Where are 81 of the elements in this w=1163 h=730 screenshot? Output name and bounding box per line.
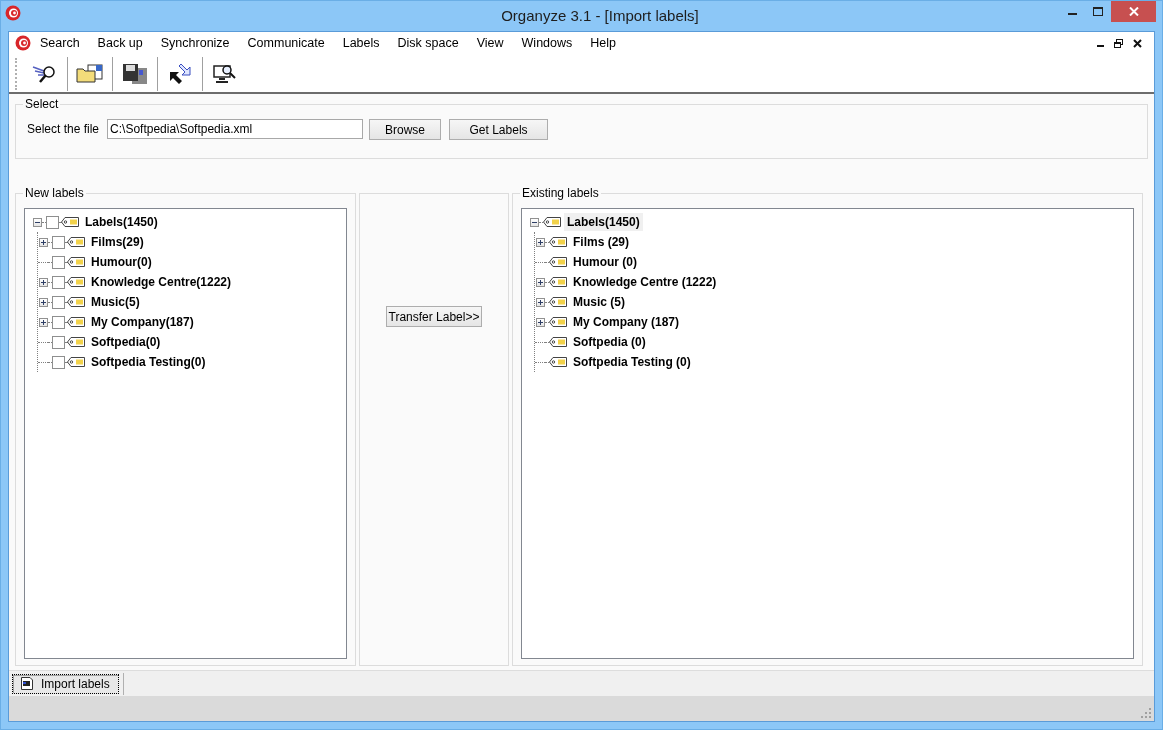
- checkbox[interactable]: [52, 335, 65, 349]
- browse-button[interactable]: Browse: [369, 119, 442, 141]
- expand-icon[interactable]: [39, 237, 48, 247]
- tag-icon: [67, 257, 85, 268]
- tree-item[interactable]: Softpedia Testing (0): [570, 353, 694, 372]
- checkbox[interactable]: [52, 355, 65, 369]
- document-icon: [21, 677, 33, 691]
- expand-icon[interactable]: [536, 277, 545, 287]
- menu-item[interactable]: Synchronize: [151, 33, 239, 54]
- menu-item[interactable]: Search: [31, 33, 89, 54]
- tag-icon: [549, 357, 567, 368]
- checkbox[interactable]: [52, 255, 65, 269]
- tree-item[interactable]: Knowledge Centre(1222): [88, 273, 235, 292]
- app-logo-icon: [5, 5, 21, 21]
- app-logo-icon: [15, 35, 31, 52]
- close-button[interactable]: [1111, 1, 1156, 22]
- menu-item[interactable]: Help: [581, 33, 625, 54]
- tag-icon: [549, 237, 567, 248]
- menu-item[interactable]: Communicate: [238, 33, 334, 54]
- tag-icon: [549, 257, 567, 268]
- import-arrow-icon[interactable]: [167, 61, 193, 86]
- menu-item[interactable]: Labels: [333, 33, 389, 54]
- checkbox[interactable]: [52, 295, 65, 309]
- tree-item[interactable]: Softpedia Testing(0): [88, 353, 209, 372]
- transfer-button[interactable]: Transfer Label>>: [386, 306, 482, 328]
- tag-icon: [549, 277, 567, 288]
- tree-item[interactable]: Knowledge Centre (1222): [570, 273, 720, 292]
- tree-item[interactable]: Humour(0): [88, 253, 155, 272]
- field-label: Select the file: [27, 121, 100, 139]
- tree-item[interactable]: Films(29): [88, 233, 147, 252]
- resize-grip-icon[interactable]: [1141, 708, 1152, 719]
- tag-icon: [67, 297, 85, 308]
- expand-icon[interactable]: [536, 297, 545, 307]
- menu-item[interactable]: Windows: [512, 33, 582, 54]
- tree-item[interactable]: Music(5): [88, 293, 143, 312]
- tag-icon: [67, 337, 85, 348]
- expand-icon[interactable]: [536, 317, 545, 327]
- expand-icon[interactable]: [39, 317, 48, 327]
- close-icon[interactable]: [1133, 38, 1142, 48]
- tree-item[interactable]: My Company (187): [570, 313, 683, 332]
- expand-icon[interactable]: [536, 237, 545, 247]
- tree-item[interactable]: Labels(1450): [564, 213, 643, 232]
- tag-icon: [67, 277, 85, 288]
- menu-item[interactable]: Disk space: [388, 33, 468, 54]
- window-title: Organyze 3.1 - [Import labels]: [500, 7, 699, 24]
- tree-item[interactable]: Softpedia (0): [570, 333, 649, 352]
- expand-icon[interactable]: [39, 297, 48, 307]
- collapse-icon[interactable]: [530, 217, 539, 227]
- tree-item[interactable]: My Company(187): [88, 313, 197, 332]
- folder-icon[interactable]: [76, 63, 104, 84]
- tag-icon: [549, 317, 567, 328]
- close-icon: [1128, 7, 1139, 16]
- tree-item[interactable]: Labels(1450): [82, 213, 161, 232]
- maximize-icon: [1093, 7, 1103, 16]
- menu-item[interactable]: View: [467, 33, 513, 54]
- tag-icon: [67, 357, 85, 368]
- group-title: Existing labels: [520, 186, 601, 201]
- collapse-icon[interactable]: [33, 217, 42, 227]
- tag-icon: [549, 297, 567, 308]
- window-tab[interactable]: Import labels: [12, 673, 119, 694]
- checkbox[interactable]: [52, 315, 65, 329]
- computer-search-icon[interactable]: [212, 62, 238, 85]
- get-labels-button[interactable]: Get Labels: [449, 119, 549, 141]
- tag-icon: [549, 337, 567, 348]
- tree-item[interactable]: Softpedia(0): [88, 333, 164, 352]
- tag-icon: [61, 217, 79, 228]
- menu-item[interactable]: Back up: [88, 33, 152, 54]
- tag-icon: [67, 317, 85, 328]
- expand-icon[interactable]: [39, 277, 48, 287]
- tree-item[interactable]: Music (5): [570, 293, 628, 312]
- tree-item[interactable]: Films (29): [570, 233, 632, 252]
- minimize-icon[interactable]: [1097, 45, 1104, 49]
- checkbox[interactable]: [52, 235, 65, 249]
- checkbox[interactable]: [52, 275, 65, 289]
- checkbox[interactable]: [46, 215, 59, 229]
- file-path-field[interactable]: C:\Softpedia\Softpedia.xml: [107, 119, 364, 140]
- tree-item[interactable]: Humour (0): [570, 253, 640, 272]
- tag-icon: [67, 237, 85, 248]
- tag-icon: [543, 217, 561, 228]
- floppy-disk-icon[interactable]: [122, 62, 148, 85]
- restore-icon[interactable]: [1114, 38, 1123, 48]
